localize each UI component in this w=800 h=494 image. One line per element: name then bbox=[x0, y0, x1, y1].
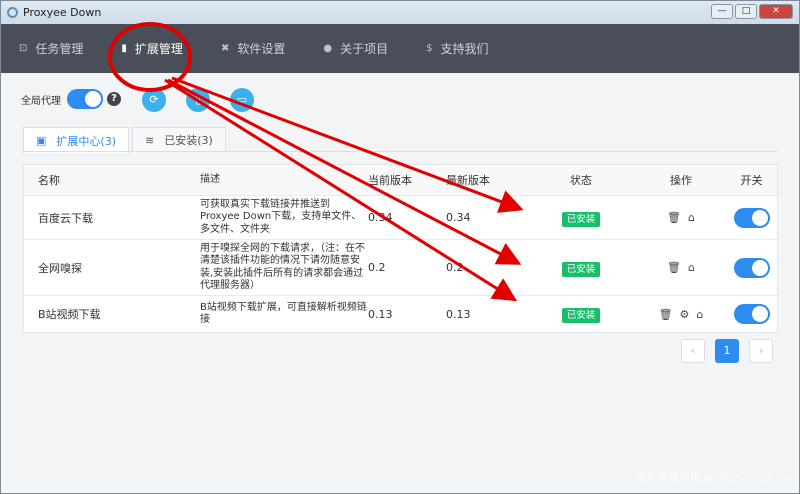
wrench-icon: ✖ bbox=[220, 43, 230, 54]
extension-icon: ▮ bbox=[121, 43, 127, 54]
enable-switch[interactable] bbox=[733, 207, 770, 228]
title-bar: Proxyee Down — □ ✕ bbox=[1, 1, 799, 24]
col-latest: 最新版本 bbox=[446, 174, 490, 187]
col-name: 名称 bbox=[38, 174, 60, 187]
ext-desc: 可获取真实下载链接并推送到Proxyee Down下载，支持单文件、多文件、文件… bbox=[200, 198, 362, 235]
enable-switch[interactable] bbox=[733, 257, 770, 278]
nav-settings[interactable]: ✖ 软件设置 bbox=[221, 40, 285, 57]
table-row: 百度云下载 可获取真实下载链接并推送到Proxyee Down下载，支持单文件、… bbox=[24, 195, 777, 239]
nav-extensions[interactable]: ▮ 扩展管理 bbox=[121, 40, 183, 57]
ext-current-version: 0.2 bbox=[368, 261, 386, 274]
col-current: 当前版本 bbox=[368, 174, 412, 187]
app-window: Proxyee Down — □ ✕ ⊡ 任务管理 ▮ 扩展管理 ✖ 软件设置 ● 关于… bbox=[0, 0, 800, 494]
global-proxy-toggle[interactable] bbox=[67, 89, 103, 109]
ext-name: B站视频下载 bbox=[38, 308, 101, 321]
nav-label: 扩展管理 bbox=[134, 42, 183, 56]
nav-label: 软件设置 bbox=[237, 42, 286, 56]
enable-switch[interactable] bbox=[733, 304, 770, 324]
trash-icon[interactable]: 🗑 bbox=[667, 211, 681, 224]
ext-latest-version: 0.34 bbox=[446, 211, 471, 224]
home-icon[interactable]: ⌂ bbox=[688, 261, 695, 274]
nav-label: 任务管理 bbox=[35, 42, 84, 56]
next-page-button[interactable]: › bbox=[749, 339, 773, 363]
layers-icon: ≋ bbox=[145, 133, 155, 147]
nav-about[interactable]: ● 关于项目 bbox=[323, 40, 388, 57]
ext-current-version: 0.34 bbox=[368, 211, 393, 224]
col-status: 状态 bbox=[570, 174, 592, 187]
ext-current-version: 0.13 bbox=[368, 307, 393, 321]
col-switch: 开关 bbox=[740, 174, 763, 187]
ext-latest-version: 0.2 bbox=[446, 261, 464, 274]
ext-desc: 用于嗅探全网的下载请求，（注：在不清楚该插件功能的情况下请勿随意安装,安装此插件… bbox=[200, 242, 365, 292]
info-icon: ● bbox=[323, 43, 333, 54]
nav-label: 支持我们 bbox=[440, 42, 489, 56]
tab-extension-center[interactable]: ▣ 扩展中心(3) bbox=[23, 127, 129, 153]
tab-label: 扩展中心(3) bbox=[56, 134, 116, 148]
col-ops: 操作 bbox=[670, 174, 692, 187]
app-logo-icon bbox=[7, 7, 18, 18]
trash-icon[interactable]: 🗑 bbox=[659, 308, 673, 321]
nav-tasks[interactable]: ⊡ 任务管理 bbox=[19, 40, 83, 57]
bag-icon: ▣ bbox=[36, 134, 47, 147]
global-proxy-label: 全局代理 bbox=[21, 95, 61, 107]
task-icon: ⊡ bbox=[19, 43, 28, 54]
tab-installed[interactable]: ≋ 已安装(3) bbox=[132, 127, 226, 152]
window-title: Proxyee Down bbox=[23, 6, 102, 19]
watermark: 吾爱破解论坛 www.52pojie.cn bbox=[634, 471, 791, 484]
pagination: ‹ 1 › bbox=[681, 339, 773, 363]
main-nav: ⊡ 任务管理 ▮ 扩展管理 ✖ 软件设置 ● 关于项目 $ 支持我们 bbox=[1, 24, 799, 73]
gear-icon[interactable]: ⚙ bbox=[680, 308, 690, 321]
status-badge: 已安装 bbox=[561, 211, 601, 227]
col-desc: 描述 bbox=[200, 173, 220, 185]
help-icon[interactable]: ? bbox=[107, 92, 121, 106]
maximize-button[interactable]: □ bbox=[735, 4, 757, 19]
file-button[interactable]: ▯ bbox=[186, 88, 210, 112]
dollar-icon: $ bbox=[426, 43, 433, 54]
home-icon[interactable]: ⌂ bbox=[696, 308, 703, 321]
status-badge: 已安装 bbox=[561, 308, 601, 323]
home-icon[interactable]: ⌂ bbox=[688, 211, 695, 224]
ext-name: 全网嗅探 bbox=[38, 261, 82, 275]
extensions-table: 名称 描述 当前版本 最新版本 状态 操作 开关 百度云下载 可获取真实下载链接… bbox=[23, 164, 778, 333]
table-header: 名称 描述 当前版本 最新版本 状态 操作 开关 bbox=[24, 165, 777, 195]
nav-label: 关于项目 bbox=[340, 42, 389, 56]
minimize-button[interactable]: — bbox=[711, 4, 733, 19]
tab-label: 已安装(3) bbox=[164, 134, 213, 147]
ext-desc: B站视频下载扩展，可直接解析视频链接 bbox=[200, 301, 367, 326]
close-button[interactable]: ✕ bbox=[759, 4, 793, 19]
trash-icon[interactable]: 🗑 bbox=[667, 261, 681, 274]
prev-page-button[interactable]: ‹ bbox=[681, 339, 705, 363]
table-row: 全网嗅探 用于嗅探全网的下载请求，（注：在不清楚该插件功能的情况下请勿随意安装,… bbox=[24, 239, 777, 295]
table-row: B站视频下载 B站视频下载扩展，可直接解析视频链接 0.13 0.13 已安装 … bbox=[24, 295, 777, 332]
ext-latest-version: 0.13 bbox=[446, 307, 471, 321]
nav-support[interactable]: $ 支持我们 bbox=[426, 40, 488, 57]
page-1-button[interactable]: 1 bbox=[715, 339, 739, 363]
ext-name: 百度云下载 bbox=[38, 211, 93, 225]
refresh-button[interactable]: ⟳ bbox=[142, 88, 166, 112]
status-badge: 已安装 bbox=[561, 261, 601, 277]
tab-divider bbox=[23, 151, 777, 152]
folder-button[interactable]: ▭ bbox=[230, 88, 254, 112]
